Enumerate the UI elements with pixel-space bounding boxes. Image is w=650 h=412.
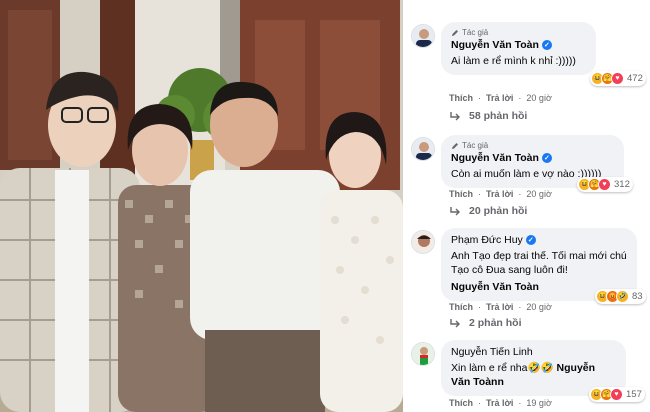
comment-author-name[interactable]: Nguyễn Văn Toàn ✓ bbox=[451, 39, 586, 51]
verified-badge-icon: ✓ bbox=[541, 153, 552, 163]
reply-button[interactable]: Trả lời bbox=[486, 302, 513, 312]
love-reaction-icon: ♥ bbox=[611, 72, 624, 85]
like-button[interactable]: Thích bbox=[449, 398, 473, 408]
like-button[interactable]: Thích bbox=[449, 93, 473, 103]
comment-text-body: Xin làm e rể nha🤣🤣 bbox=[451, 362, 554, 374]
comment-bubble: Tác giả Nguyễn Văn Toàn ✓ Ai làm e rể mì… bbox=[441, 22, 596, 75]
like-button[interactable]: Thích bbox=[449, 302, 473, 312]
verified-badge-icon: ✓ bbox=[541, 40, 552, 50]
family-photo-illustration bbox=[0, 0, 403, 412]
haha-reaction-icon-2: 🤣 bbox=[616, 290, 629, 303]
comment-author-name[interactable]: Nguyễn Tiến Linh bbox=[451, 346, 616, 358]
comment-timestamp: 20 giờ bbox=[526, 93, 552, 103]
replies-count-label[interactable]: 58 phản hồi bbox=[469, 110, 527, 122]
comment-text: Anh Tạo đẹp trai thế. Tối mai mới chú Tạ… bbox=[451, 250, 627, 276]
comment-timestamp: 20 giờ bbox=[526, 302, 552, 312]
replies-count-label[interactable]: 2 phản hồi bbox=[469, 317, 522, 329]
avatar[interactable] bbox=[411, 24, 435, 48]
pen-icon bbox=[452, 142, 458, 149]
like-button[interactable]: Thích bbox=[449, 189, 473, 199]
comment-text: Ai làm e rể mình k nhỉ :))))) bbox=[451, 55, 576, 67]
comment-timestamp: 20 giờ bbox=[526, 189, 552, 199]
reply-button[interactable]: Trả lời bbox=[486, 398, 513, 408]
verified-badge-icon: ✓ bbox=[525, 235, 536, 245]
reaction-summary[interactable]: 😆 🤗 ♥ 472 bbox=[590, 71, 646, 86]
view-replies-button[interactable]: 58 phản hồi bbox=[449, 110, 527, 122]
reaction-count: 83 bbox=[632, 291, 643, 302]
avatar[interactable] bbox=[411, 342, 435, 366]
reaction-count: 312 bbox=[614, 179, 630, 190]
reply-button[interactable]: Trả lời bbox=[486, 93, 513, 103]
reaction-count: 157 bbox=[626, 389, 642, 400]
author-tag: Tác giả bbox=[451, 28, 586, 37]
comment-author-name[interactable]: Phạm Đức Huy ✓ bbox=[451, 234, 627, 246]
comment-actions: Thích · Trả lời · 20 giờ bbox=[449, 189, 552, 199]
reaction-summary[interactable]: 😆 🤗 ♥ 157 bbox=[589, 387, 645, 402]
pen-icon bbox=[452, 29, 458, 36]
comment-timestamp: 19 giờ bbox=[526, 398, 552, 408]
comment-actions: Thích · Trả lời · 20 giờ bbox=[449, 302, 552, 312]
view-replies-button[interactable]: 20 phản hồi bbox=[449, 205, 527, 217]
comment-text: Xin làm e rể nha🤣🤣 Nguyễn Văn Toànn bbox=[451, 361, 616, 389]
love-reaction-icon: ♥ bbox=[610, 388, 623, 401]
author-name-text[interactable]: Nguyễn Văn Toàn bbox=[451, 39, 539, 51]
reaction-summary[interactable]: 😆 🤗 ♥ 312 bbox=[577, 177, 633, 192]
author-tag-label: Tác giả bbox=[462, 28, 489, 37]
author-name-text[interactable]: Nguyễn Văn Toàn bbox=[451, 152, 539, 164]
comment-author-name[interactable]: Nguyễn Văn Toàn ✓ bbox=[451, 152, 614, 164]
love-reaction-icon: ♥ bbox=[598, 178, 611, 191]
comment-actions: Thích · Trả lời · 20 giờ bbox=[449, 93, 552, 103]
author-name-text[interactable]: Nguyễn Tiến Linh bbox=[451, 346, 533, 358]
author-name-text[interactable]: Phạm Đức Huy bbox=[451, 234, 523, 246]
avatar[interactable] bbox=[411, 230, 435, 254]
author-tag-label: Tác giả bbox=[462, 141, 489, 150]
reaction-count: 472 bbox=[627, 73, 643, 84]
family-photo bbox=[0, 0, 403, 412]
reply-arrow-icon bbox=[450, 112, 460, 121]
replies-count-label[interactable]: 20 phản hồi bbox=[469, 205, 527, 217]
comments-panel: Tác giả Nguyễn Văn Toàn ✓ Ai làm e rể mì… bbox=[403, 0, 650, 412]
comment-actions: Thích · Trả lời · 19 giờ bbox=[449, 398, 552, 408]
reply-arrow-icon bbox=[450, 207, 460, 216]
view-replies-button[interactable]: 2 phản hồi bbox=[449, 317, 522, 329]
reply-arrow-icon bbox=[450, 319, 460, 328]
reply-button[interactable]: Trả lời bbox=[486, 189, 513, 199]
reaction-summary[interactable]: 😆 😡 🤣 83 bbox=[595, 289, 646, 304]
author-tag: Tác giả bbox=[451, 141, 614, 150]
avatar[interactable] bbox=[411, 137, 435, 161]
